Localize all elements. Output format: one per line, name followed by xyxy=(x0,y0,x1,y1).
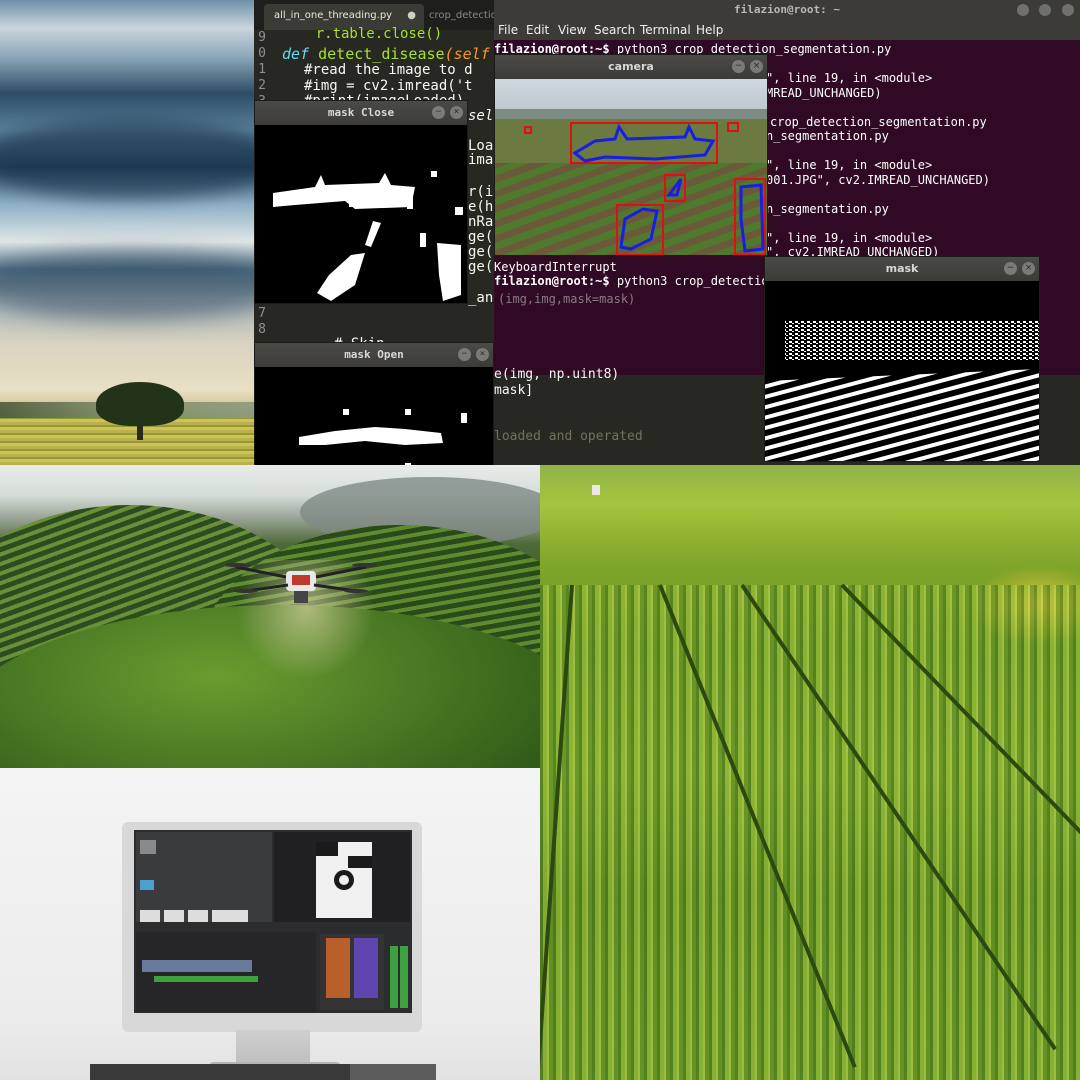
code-fragment: ge( xyxy=(468,229,494,245)
terminal-line: n_segmentation.py xyxy=(766,202,889,216)
detection-overlay xyxy=(495,79,767,255)
menu-terminal[interactable]: Terminal xyxy=(640,23,691,37)
terminal-line: KeyboardInterrupt xyxy=(494,260,617,274)
terminal-line: ", line 19, in <module> xyxy=(766,71,933,85)
drone-tea-field-photo xyxy=(0,465,540,768)
distant-field xyxy=(540,465,1080,505)
monitor-photo xyxy=(0,768,540,1080)
terminal-titlebar[interactable]: filazion@root: ~ xyxy=(494,0,1080,20)
dark-cloud xyxy=(0,120,254,200)
close-icon[interactable]: × xyxy=(1022,262,1035,275)
monitor-stand xyxy=(236,1030,310,1064)
terminal-line: filazion@root:~$ python3 crop_detectio xyxy=(494,274,769,288)
lone-tree xyxy=(96,382,184,426)
close-icon[interactable]: × xyxy=(450,106,463,119)
mask-window[interactable]: mask − × xyxy=(764,256,1040,462)
background-code-line: loaded and operated xyxy=(494,429,643,444)
unsaved-dot-icon: ● xyxy=(407,10,416,21)
code-fragment: nRa xyxy=(468,214,494,230)
keyboard-edge xyxy=(350,1064,436,1080)
self-fragment: sel xyxy=(468,108,494,124)
maximize-icon[interactable] xyxy=(1039,4,1052,16)
minimize-icon[interactable] xyxy=(1016,4,1029,16)
line-number: 7 xyxy=(258,306,266,321)
terminal-line: crop_detection_segmentation.py xyxy=(770,115,987,129)
monitor-screen xyxy=(134,830,412,1013)
terminal-line: n_segmentation.py xyxy=(766,129,889,143)
minimize-icon[interactable]: − xyxy=(458,348,471,361)
line-number: 2 xyxy=(258,78,266,93)
mask-close-shapes xyxy=(273,171,463,301)
mask-field-texture xyxy=(765,281,1039,461)
code-fragment: ge( xyxy=(468,259,494,275)
rice-field-photo xyxy=(540,465,1080,1080)
code-fragment: e(h xyxy=(468,199,494,215)
shell-prompt: filazion@root:~$ xyxy=(494,274,617,288)
window-title: mask xyxy=(885,262,919,275)
menu-search[interactable]: Search xyxy=(594,23,635,37)
window-titlebar[interactable]: mask xyxy=(765,257,1039,281)
close-icon[interactable] xyxy=(1062,4,1074,16)
menu-edit[interactable]: Edit xyxy=(526,23,549,37)
minimize-icon[interactable]: − xyxy=(732,60,745,73)
menu-help[interactable]: Help xyxy=(696,23,723,37)
terminal-title: filazion@root: ~ xyxy=(734,3,840,16)
line-number: 0 xyxy=(258,46,266,61)
code-fragment: _an xyxy=(468,290,494,306)
terminal-line: ", line 19, in <module> xyxy=(766,158,933,172)
rice-rows xyxy=(540,585,1080,1080)
drone-icon xyxy=(226,563,376,603)
window-title: mask Open xyxy=(344,348,404,361)
param-self: (self xyxy=(444,45,490,63)
mask-close-image xyxy=(255,125,467,303)
code-fragment: ima xyxy=(468,152,494,168)
terminal-line: 001.JPG", cv2.IMREAD_UNCHANGED) xyxy=(766,173,990,187)
camera-feed xyxy=(495,79,767,255)
background-code-line: mask] xyxy=(494,383,534,398)
code-comment: #read the image to d xyxy=(304,62,473,78)
terminal-line: ", line 19, in <module> xyxy=(766,231,933,245)
mask-open-window[interactable]: mask Open − × xyxy=(254,342,494,465)
video-editor-screen xyxy=(134,830,412,1013)
mask-close-window[interactable]: mask Close − × xyxy=(254,100,468,304)
camera-window[interactable]: camera − × xyxy=(494,54,768,256)
function-name: detect_disease xyxy=(318,45,445,63)
code-editor-window: all_in_one_threading.py ● crop_detectio … xyxy=(254,0,494,465)
sky-landscape-photo xyxy=(0,0,254,465)
line-number: 1 xyxy=(258,62,266,77)
line-number: 8 xyxy=(258,322,266,337)
mask-image xyxy=(765,281,1039,461)
window-title: mask Close xyxy=(327,106,395,119)
code-fragment: ge( xyxy=(468,244,494,260)
background-code-line: e(img, np.uint8) xyxy=(494,367,620,382)
keyboard xyxy=(90,1064,350,1080)
dark-cloud xyxy=(0,250,254,320)
code-fragment: r(i xyxy=(468,184,494,200)
background-code-line: (img,img,mask=mask) xyxy=(498,292,636,306)
menu-view[interactable]: View xyxy=(558,23,586,37)
close-icon[interactable]: × xyxy=(476,348,489,361)
minimize-icon[interactable]: − xyxy=(1004,262,1017,275)
keyword-def: def xyxy=(282,45,310,63)
code-comment: #img = cv2.imread('t xyxy=(304,78,473,94)
menu-file[interactable]: File xyxy=(498,23,518,37)
command-text: python3 crop_detectio xyxy=(616,274,769,288)
mask-open-image xyxy=(255,367,493,465)
window-titlebar[interactable]: camera xyxy=(495,55,767,79)
minimize-icon[interactable]: − xyxy=(432,106,445,119)
code-line: def detect_disease(self xyxy=(282,45,490,63)
tab-label: crop_detectio xyxy=(429,10,494,21)
terminal-menubar: File Edit View Search Terminal Help xyxy=(494,20,1080,40)
mask-open-shapes xyxy=(299,409,467,465)
terminal-line: MREAD_UNCHANGED) xyxy=(766,86,882,100)
close-icon[interactable]: × xyxy=(750,60,763,73)
code-line: r.table.close() xyxy=(282,26,443,42)
farmer-figure xyxy=(592,485,600,495)
window-title: camera xyxy=(608,60,654,73)
tab-label: all_in_one_threading.py xyxy=(274,10,393,21)
line-number: 9 xyxy=(258,30,266,45)
